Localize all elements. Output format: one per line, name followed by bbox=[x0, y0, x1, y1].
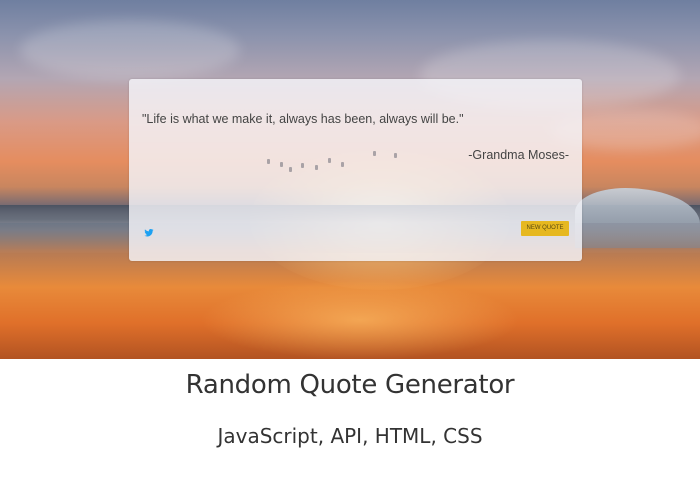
bird-decoration bbox=[394, 153, 397, 158]
quote-box: "Life is what we make it, always has bee… bbox=[129, 79, 582, 261]
quote-author: -Grandma Moses- bbox=[468, 148, 569, 162]
bird-decoration bbox=[373, 151, 376, 156]
project-title: Random Quote Generator bbox=[185, 370, 515, 400]
twitter-bird-icon[interactable] bbox=[144, 223, 154, 237]
cloud-decoration bbox=[20, 20, 240, 80]
bird-decoration bbox=[267, 159, 270, 164]
bird-decoration bbox=[341, 162, 344, 167]
project-card: "Life is what we make it, always has bee… bbox=[0, 0, 700, 500]
bird-decoration bbox=[301, 163, 304, 168]
quote-text: "Life is what we make it, always has bee… bbox=[142, 112, 464, 126]
new-quote-button[interactable]: NEW QUOTE bbox=[521, 221, 569, 236]
bird-decoration bbox=[328, 158, 331, 163]
bird-decoration bbox=[289, 167, 292, 172]
bird-decoration bbox=[280, 162, 283, 167]
bird-decoration bbox=[315, 165, 318, 170]
sun-reflection bbox=[200, 280, 520, 359]
hero-screenshot: "Life is what we make it, always has bee… bbox=[0, 0, 700, 359]
project-tech-stack: JavaScript, API, HTML, CSS bbox=[217, 424, 483, 448]
